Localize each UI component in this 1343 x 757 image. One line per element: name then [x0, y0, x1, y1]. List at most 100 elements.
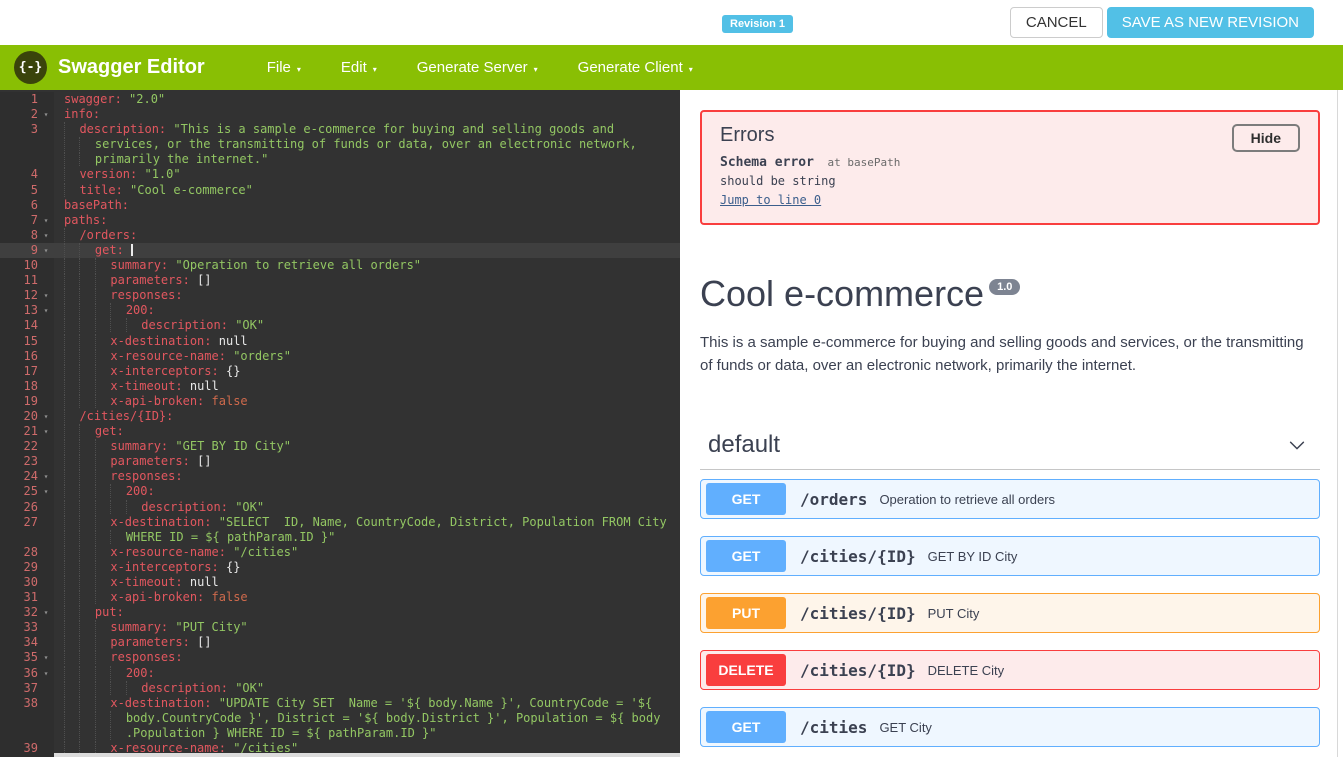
- code-text[interactable]: put:: [54, 605, 124, 620]
- code-text[interactable]: swagger: "2.0": [54, 92, 165, 107]
- operation-row-get-cities-ID-[interactable]: GET/cities/{ID}GET BY ID City: [700, 536, 1320, 576]
- fold-arrow-icon[interactable]: ▾: [38, 666, 54, 681]
- editor-line[interactable]: .Population } WHERE ID = ${ pathParam.ID…: [0, 726, 680, 741]
- editor-line[interactable]: 9▾ get:: [0, 243, 680, 258]
- editor-line[interactable]: 17 x-interceptors: {}: [0, 364, 680, 379]
- editor-line[interactable]: 8▾ /orders:: [0, 228, 680, 243]
- fold-arrow-icon[interactable]: ▾: [38, 484, 54, 499]
- editor-line[interactable]: 24▾ responses:: [0, 469, 680, 484]
- code-text[interactable]: responses:: [54, 288, 183, 303]
- code-text[interactable]: parameters: []: [54, 454, 212, 469]
- editor-line[interactable]: 21▾ get:: [0, 424, 680, 439]
- operation-row-get-cities[interactable]: GET/citiesGET City: [700, 707, 1320, 747]
- code-text[interactable]: version: "1.0": [54, 167, 181, 182]
- editor-line[interactable]: body.CountryCode }', District = '${ body…: [0, 711, 680, 726]
- editor-line[interactable]: 26 description: "OK": [0, 500, 680, 515]
- fold-arrow-icon[interactable]: ▾: [38, 107, 54, 122]
- editor-line[interactable]: 12▾ responses:: [0, 288, 680, 303]
- editor-line[interactable]: 2▾info:: [0, 107, 680, 122]
- code-text[interactable]: x-resource-name: "/cities": [54, 545, 298, 560]
- fold-arrow-icon[interactable]: ▾: [38, 469, 54, 484]
- code-text[interactable]: 200:: [54, 484, 155, 499]
- code-text[interactable]: x-interceptors: {}: [54, 560, 240, 575]
- code-text[interactable]: x-interceptors: {}: [54, 364, 240, 379]
- code-text[interactable]: /cities/{ID}:: [54, 409, 173, 424]
- editor-line[interactable]: 19 x-api-broken: false: [0, 394, 680, 409]
- editor-line[interactable]: 7▾paths:: [0, 213, 680, 228]
- code-text[interactable]: parameters: []: [54, 635, 212, 650]
- code-text[interactable]: x-api-broken: false: [54, 394, 248, 409]
- editor-line[interactable]: 18 x-timeout: null: [0, 379, 680, 394]
- code-text[interactable]: x-destination: "SELECT ID, Name, Country…: [54, 515, 667, 530]
- code-text[interactable]: paths:: [54, 213, 107, 228]
- save-as-new-revision-button[interactable]: SAVE AS NEW REVISION: [1107, 7, 1314, 38]
- jump-to-line-link[interactable]: Jump to line 0: [720, 193, 821, 207]
- editor-line[interactable]: 13▾ 200:: [0, 303, 680, 318]
- editor-line[interactable]: 36▾ 200:: [0, 666, 680, 681]
- tag-section-header-default[interactable]: default: [700, 431, 1320, 470]
- code-text[interactable]: description: "OK": [54, 681, 264, 696]
- code-text[interactable]: x-api-broken: false: [54, 590, 248, 605]
- operation-row-get-orders[interactable]: GET/ordersOperation to retrieve all orde…: [700, 479, 1320, 519]
- editor-line[interactable]: 5 title: "Cool e-commerce": [0, 183, 680, 198]
- editor-line[interactable]: 10 summary: "Operation to retrieve all o…: [0, 258, 680, 273]
- editor-line[interactable]: 28 x-resource-name: "/cities": [0, 545, 680, 560]
- code-text[interactable]: summary: "Operation to retrieve all orde…: [54, 258, 421, 273]
- code-text[interactable]: x-destination: null: [54, 334, 248, 349]
- fold-arrow-icon[interactable]: ▾: [38, 605, 54, 620]
- cancel-button[interactable]: CANCEL: [1010, 7, 1103, 38]
- menu-edit[interactable]: Edit▾: [335, 55, 383, 80]
- fold-arrow-icon[interactable]: ▾: [38, 303, 54, 318]
- code-text[interactable]: services, or the transmitting of funds o…: [54, 137, 637, 152]
- editor-line[interactable]: 31 x-api-broken: false: [0, 590, 680, 605]
- code-text[interactable]: description: "OK": [54, 500, 264, 515]
- menu-generate-server[interactable]: Generate Server▾: [411, 55, 544, 80]
- code-text[interactable]: primarily the internet.": [54, 152, 268, 167]
- code-text[interactable]: x-resource-name: "orders": [54, 349, 291, 364]
- code-text[interactable]: info:: [54, 107, 100, 122]
- hide-errors-button[interactable]: Hide: [1232, 124, 1300, 152]
- fold-arrow-icon[interactable]: ▾: [38, 650, 54, 665]
- editor-line[interactable]: 6basePath:: [0, 198, 680, 213]
- fold-arrow-icon[interactable]: ▾: [38, 243, 54, 258]
- editor-line[interactable]: 27 x-destination: "SELECT ID, Name, Coun…: [0, 515, 680, 530]
- editor-line[interactable]: primarily the internet.": [0, 152, 680, 167]
- editor-line[interactable]: services, or the transmitting of funds o…: [0, 137, 680, 152]
- code-text[interactable]: responses:: [54, 469, 183, 484]
- editor-line[interactable]: 34 parameters: []: [0, 635, 680, 650]
- editor-line[interactable]: 25▾ 200:: [0, 484, 680, 499]
- code-text[interactable]: description: "OK": [54, 318, 264, 333]
- yaml-editor[interactable]: 1swagger: "2.0"2▾info:3 description: "Th…: [0, 90, 680, 757]
- editor-line[interactable]: 1swagger: "2.0": [0, 92, 680, 107]
- menu-file[interactable]: File▾: [261, 55, 307, 80]
- code-text[interactable]: parameters: []: [54, 273, 212, 288]
- code-text[interactable]: x-destination: "UPDATE City SET Name = '…: [54, 696, 652, 711]
- code-text[interactable]: WHERE ID = ${ pathParam.ID }": [54, 530, 335, 545]
- code-text[interactable]: 200:: [54, 303, 155, 318]
- operation-row-put-cities-ID-[interactable]: PUT/cities/{ID}PUT City: [700, 593, 1320, 633]
- editor-line[interactable]: 32▾ put:: [0, 605, 680, 620]
- editor-line[interactable]: 14 description: "OK": [0, 318, 680, 333]
- code-text[interactable]: get:: [54, 243, 133, 258]
- fold-arrow-icon[interactable]: ▾: [38, 424, 54, 439]
- editor-line[interactable]: 35▾ responses:: [0, 650, 680, 665]
- code-text[interactable]: body.CountryCode }', District = '${ body…: [54, 711, 660, 726]
- code-text[interactable]: /orders:: [54, 228, 137, 243]
- editor-line[interactable]: 4 version: "1.0": [0, 167, 680, 182]
- operation-row-delete-cities-ID-[interactable]: DELETE/cities/{ID}DELETE City: [700, 650, 1320, 690]
- menu-generate-client[interactable]: Generate Client▾: [572, 55, 699, 80]
- fold-arrow-icon[interactable]: ▾: [38, 409, 54, 424]
- code-text[interactable]: .Population } WHERE ID = ${ pathParam.ID…: [54, 726, 436, 741]
- editor-line[interactable]: 33 summary: "PUT City": [0, 620, 680, 635]
- code-text[interactable]: basePath:: [54, 198, 129, 213]
- code-text[interactable]: 200:: [54, 666, 155, 681]
- editor-line[interactable]: 16 x-resource-name: "orders": [0, 349, 680, 364]
- code-text[interactable]: summary: "PUT City": [54, 620, 248, 635]
- fold-arrow-icon[interactable]: ▾: [38, 288, 54, 303]
- editor-line[interactable]: 29 x-interceptors: {}: [0, 560, 680, 575]
- editor-line[interactable]: 38 x-destination: "UPDATE City SET Name …: [0, 696, 680, 711]
- editor-line[interactable]: WHERE ID = ${ pathParam.ID }": [0, 530, 680, 545]
- editor-line[interactable]: 23 parameters: []: [0, 454, 680, 469]
- fold-arrow-icon[interactable]: ▾: [38, 228, 54, 243]
- editor-line[interactable]: 30 x-timeout: null: [0, 575, 680, 590]
